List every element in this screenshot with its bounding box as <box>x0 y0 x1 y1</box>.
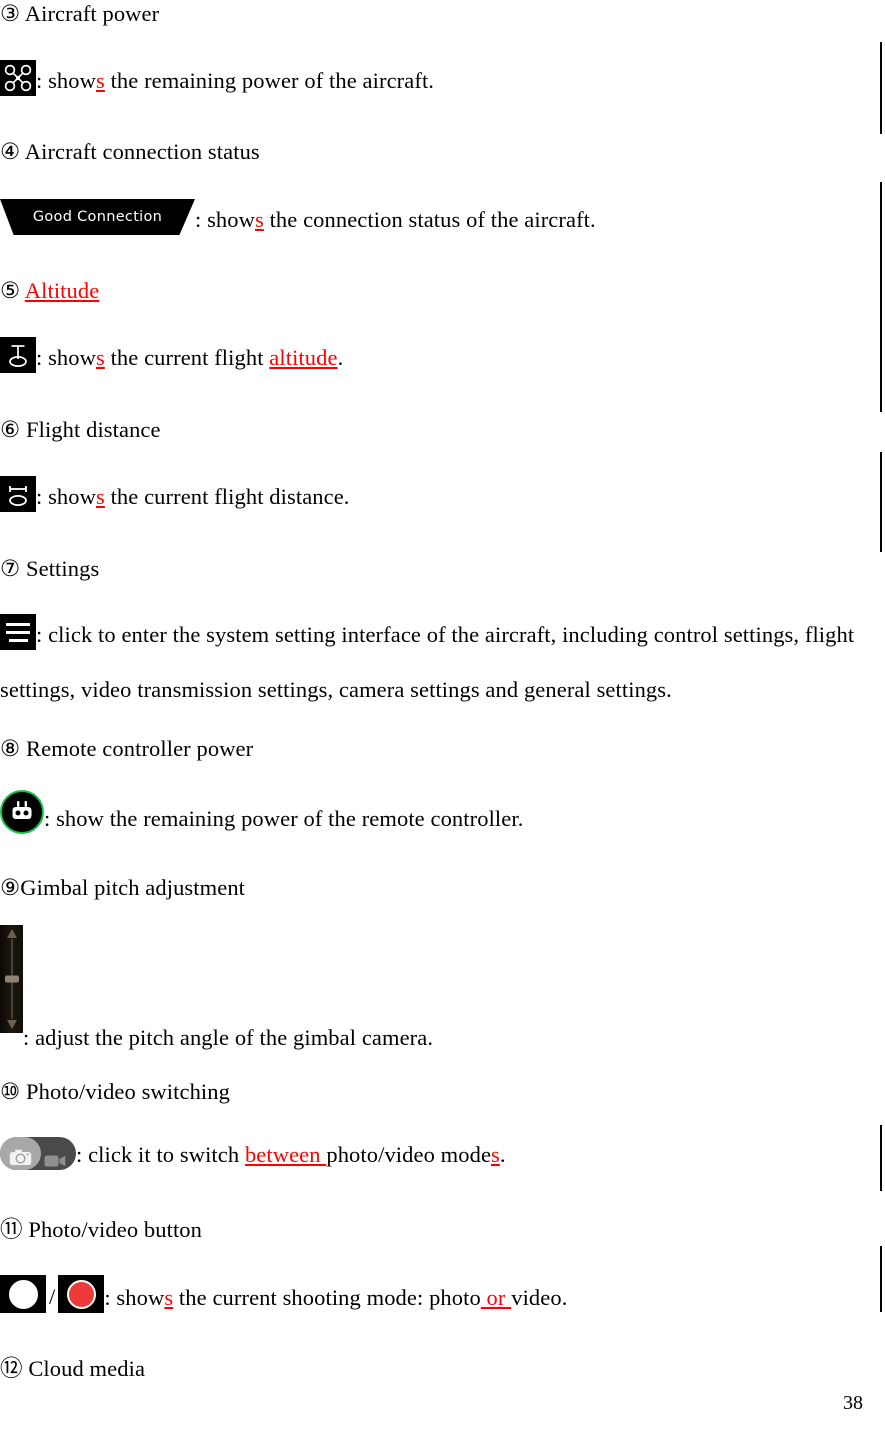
flight-distance-text: : shows the current flight distance. <box>36 484 350 509</box>
video-shutter-button[interactable] <box>58 1275 105 1313</box>
revision-change-bar <box>880 1246 882 1312</box>
heading-flight-distance: ⑥ Flight distance <box>0 417 161 442</box>
heading-aircraft-power: ③ Aircraft power <box>0 1 160 26</box>
menu-icon <box>0 614 36 650</box>
photo-shutter-ring <box>8 1279 38 1309</box>
heading-photo-video-button: ⑪ Photo/video button <box>0 1217 203 1242</box>
revision-change-bar <box>880 182 882 412</box>
video-camera-icon <box>44 1147 66 1167</box>
camera-icon <box>9 1145 32 1165</box>
photo-video-switching-description: : click it to switch between photo/video… <box>0 1137 506 1170</box>
altitude-text: : shows the current flight altitude. <box>36 345 344 370</box>
remote-controller-power-description: : show the remaining power of the remote… <box>0 790 523 834</box>
arrow-down-icon <box>6 1020 17 1029</box>
connection-status-description: Good Connection : shows the connection s… <box>0 199 596 235</box>
drone-icon <box>0 60 36 96</box>
heading-remote-controller-power: ⑧ Remote controller power <box>0 736 254 761</box>
remote-controller-power-text: : show the remaining power of the remote… <box>44 806 524 831</box>
heading-altitude-insertion: Altitude <box>24 278 100 303</box>
heading-cloud-media: ⑫ Cloud media <box>0 1356 146 1381</box>
altitude-icon <box>0 337 36 373</box>
revision-change-bar <box>880 1125 882 1191</box>
heading-photo-video-switching: ⑩ Photo/video switching <box>0 1079 230 1104</box>
gimbal-pitch-slider[interactable] <box>0 925 23 1033</box>
heading-gimbal-pitch-adjustment: ⑨Gimbal pitch adjustment <box>0 875 246 900</box>
remote-controller-icon <box>0 790 44 834</box>
arrow-up-icon <box>6 929 17 938</box>
slider-track[interactable] <box>4 939 19 1019</box>
heading-altitude: ⑤ Altitude <box>0 278 100 303</box>
settings-text-line2: settings, video transmission settings, c… <box>0 677 672 702</box>
settings-description: : click to enter the system setting inte… <box>0 614 854 650</box>
good-connection-label: Good Connection <box>32 208 163 225</box>
revision-change-bar <box>880 452 882 552</box>
separator: / <box>49 1284 56 1309</box>
video-shutter-ring <box>66 1279 96 1309</box>
heading-settings: ⑦ Settings <box>0 556 100 581</box>
aircraft-power-text: : shows the remaining power of the aircr… <box>36 68 435 93</box>
slider-handle[interactable] <box>4 975 19 983</box>
good-connection-badge: Good Connection <box>0 199 195 235</box>
flight-distance-description: : shows the current flight distance. <box>0 476 350 512</box>
photo-video-switching-text: : click it to switch between photo/video… <box>76 1142 506 1167</box>
gimbal-pitch-text: : adjust the pitch angle of the gimbal c… <box>23 1025 434 1050</box>
altitude-description: : shows the current flight altitude. <box>0 337 343 373</box>
aircraft-power-description: : shows the remaining power of the aircr… <box>0 60 434 96</box>
photo-shutter-button[interactable] <box>0 1275 46 1313</box>
settings-text-line1: : click to enter the system setting inte… <box>36 622 855 647</box>
photo-video-button-text: : shows the current shooting mode: photo… <box>104 1285 568 1310</box>
page-number: 38 <box>843 1392 863 1414</box>
heading-aircraft-connection-status: ④ Aircraft connection status <box>0 139 260 164</box>
connection-status-text: : shows the connection status of the air… <box>195 207 596 232</box>
document-page: ③ Aircraft power : shows the remaining p… <box>0 0 885 1429</box>
distance-icon <box>0 476 36 512</box>
photo-video-toggle[interactable] <box>0 1137 76 1170</box>
revision-change-bar <box>880 42 882 134</box>
photo-video-button-description: / : shows the current shooting mode: pho… <box>0 1275 567 1313</box>
